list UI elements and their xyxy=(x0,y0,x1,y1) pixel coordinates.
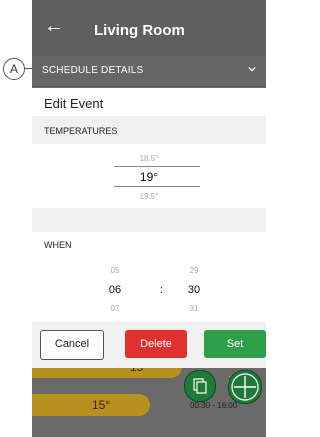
copy-icon xyxy=(193,378,207,394)
action-button-row: Cancel Delete Set xyxy=(32,322,266,368)
temperatures-section-header: TEMPERATURES xyxy=(32,116,266,144)
chevron-down-icon[interactable] xyxy=(248,65,256,73)
hour-option-prev[interactable]: 05 xyxy=(100,266,130,275)
temp-option-prev[interactable]: 18.5° xyxy=(32,154,266,163)
schedule-details-label: SCHEDULE DETAILS xyxy=(42,65,144,76)
edit-event-sheet: Edit Event TEMPERATURES 18.5° 19° 19.5° … xyxy=(32,88,266,368)
minute-option-next[interactable]: 31 xyxy=(179,304,209,313)
add-fab[interactable] xyxy=(228,370,262,404)
page-title: Living Room xyxy=(94,22,185,39)
schedule-pill-2[interactable]: 15° xyxy=(32,394,150,416)
copy-fab[interactable] xyxy=(184,370,216,402)
when-section-header: WHEN xyxy=(32,232,266,254)
back-icon[interactable]: ← xyxy=(44,16,64,36)
plus-icon xyxy=(231,373,259,401)
temp-option-selected[interactable]: 19° xyxy=(32,170,266,184)
phone-screen: 15° …00 - 06:30 15° 00:30 - 16:00 ← Livi… xyxy=(32,0,266,437)
when-label: WHEN xyxy=(44,240,72,250)
cancel-button[interactable]: Cancel xyxy=(40,330,104,360)
minute-option-selected[interactable]: 30 xyxy=(179,284,209,296)
set-button[interactable]: Set xyxy=(204,330,266,358)
temperatures-label: TEMPERATURES xyxy=(44,126,118,136)
callout-a: A xyxy=(3,58,25,80)
picker-divider-top xyxy=(114,166,200,167)
pill-2-temp: 15° xyxy=(92,398,111,412)
schedule-details-bar[interactable]: SCHEDULE DETAILS xyxy=(32,56,266,87)
delete-button[interactable]: Delete xyxy=(125,330,187,358)
temp-option-next[interactable]: 19.5° xyxy=(32,192,266,201)
hour-option-next[interactable]: 07 xyxy=(100,304,130,313)
edit-event-title: Edit Event xyxy=(44,96,104,111)
time-separator: : xyxy=(160,284,164,296)
section-spacer xyxy=(32,208,266,232)
minute-option-prev[interactable]: 29 xyxy=(179,266,209,275)
picker-divider-bottom xyxy=(114,186,200,187)
hour-option-selected[interactable]: 06 xyxy=(100,284,130,296)
app-header: ← Living Room xyxy=(32,0,266,56)
